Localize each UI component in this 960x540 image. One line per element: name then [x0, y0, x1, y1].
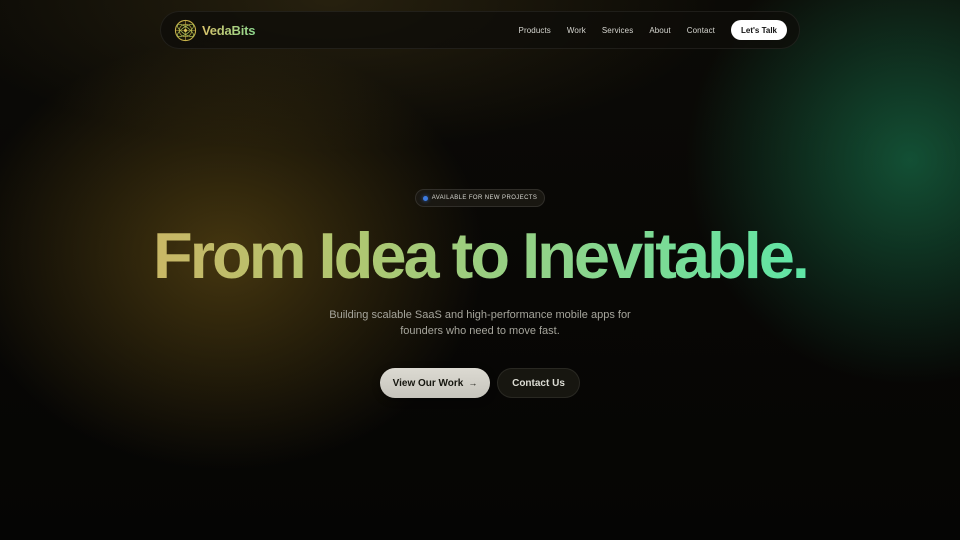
hero-headline: From Idea to Inevitable. — [0, 219, 960, 293]
hero-subtitle-line-2: founders who need to move fast. — [400, 325, 560, 337]
brand-logo[interactable]: VedaBits — [174, 19, 256, 42]
nav-links: Products Work Services About Contact — [519, 26, 715, 35]
view-our-work-button[interactable]: View Our Work → — [380, 368, 490, 398]
orbit-globe-icon — [174, 19, 197, 41]
hero-headline-text: From Idea to Inevitable. — [153, 219, 810, 292]
nav-link-work[interactable]: Work — [567, 26, 586, 35]
navbar: VedaBits Products Work Services About Co… — [160, 11, 800, 49]
hero-subtitle-line-1: Building scalable SaaS and high-performa… — [329, 309, 631, 321]
availability-badge: AVAILABLE FOR NEW PROJECTS — [415, 189, 545, 207]
availability-badge-text: AVAILABLE FOR NEW PROJECTS — [431, 195, 538, 201]
brand-name: VedaBits — [202, 22, 256, 38]
arrow-right-icon: → — [468, 377, 478, 388]
status-dot-icon — [422, 195, 428, 201]
nav-link-about[interactable]: About — [649, 26, 670, 35]
contact-us-label: Contact Us — [512, 377, 565, 389]
nav-link-services[interactable]: Services — [602, 26, 633, 35]
lets-talk-button[interactable]: Let's Talk — [731, 20, 787, 40]
nav-link-products[interactable]: Products — [519, 26, 551, 35]
nav-link-contact[interactable]: Contact — [687, 26, 715, 35]
hero-subtitle: Building scalable SaaS and high-performa… — [0, 307, 960, 339]
view-our-work-label: View Our Work — [392, 377, 464, 389]
contact-us-button[interactable]: Contact Us — [497, 368, 580, 398]
